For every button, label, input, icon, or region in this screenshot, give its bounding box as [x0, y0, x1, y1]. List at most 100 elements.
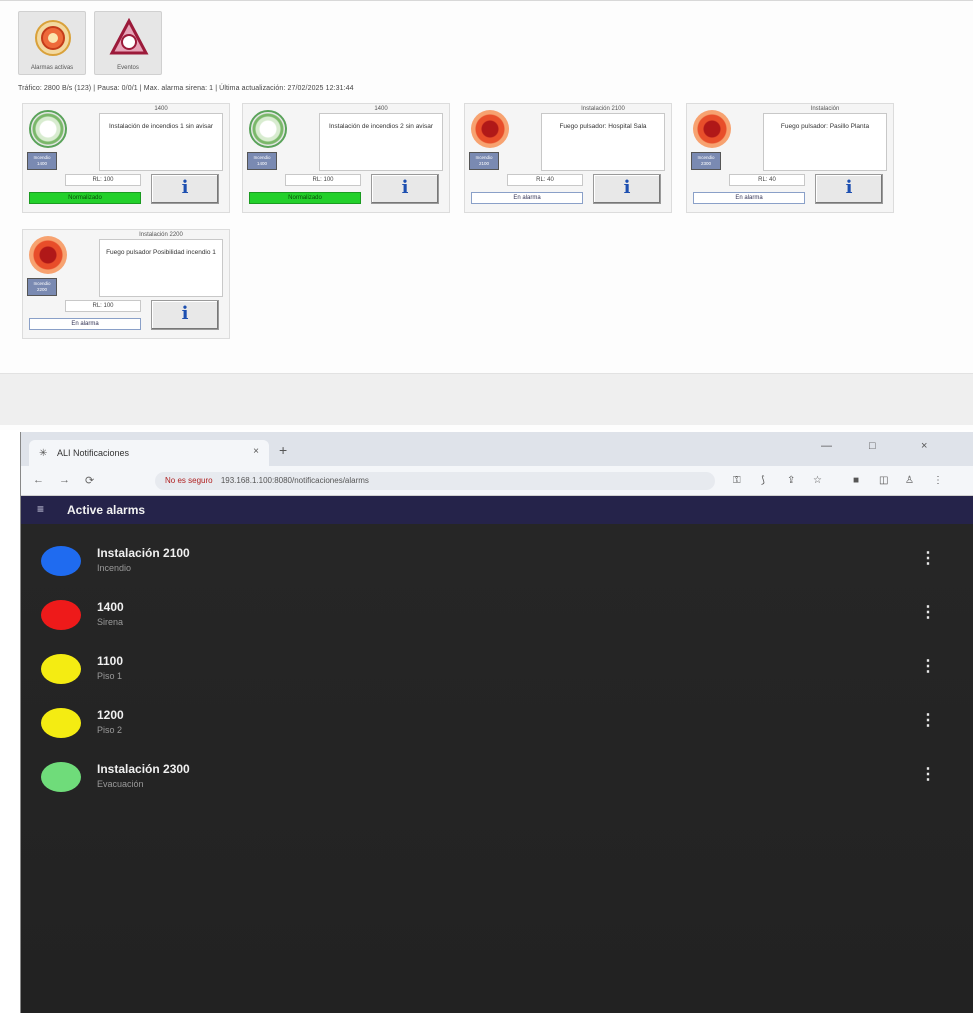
card-title: Instalación 2100: [581, 106, 625, 112]
card-description: Fuego pulsador: Pasillo Planta: [763, 113, 887, 171]
favicon-icon: ✳: [39, 448, 48, 459]
minimize-button[interactable]: —: [821, 440, 832, 452]
card-state: En alarma: [29, 318, 141, 330]
alarm-color-dot: [41, 654, 81, 684]
card-state: En alarma: [693, 192, 805, 204]
card-tag: Incendio 1400: [247, 152, 277, 170]
star-icon[interactable]: ☆: [813, 475, 822, 486]
card-description: Fuego pulsador Posibilidad incendio 1: [99, 239, 223, 297]
more-options-icon[interactable]: ⋮: [920, 656, 936, 676]
info-button[interactable]: i: [151, 300, 219, 330]
card-title: Instalación: [810, 106, 840, 112]
extensions-icon[interactable]: ■: [853, 475, 859, 486]
card-tag: Incendio 2300: [691, 152, 721, 170]
alarm-subtitle: Evacuación: [97, 779, 144, 789]
installation-card[interactable]: Instalación 2200 Fuego pulsador Posibili…: [22, 229, 230, 339]
fire-alarm-icon: [693, 110, 731, 148]
alarm-title: 1200: [97, 708, 124, 722]
alarm-subtitle: Sirena: [97, 617, 124, 627]
list-item[interactable]: Instalación 2300 Evacuación ⋮: [21, 750, 973, 800]
forward-button[interactable]: →: [59, 474, 70, 486]
card-description: Instalación de incendios 1 sin avisar: [99, 113, 223, 171]
card-value: RL: 100: [65, 300, 141, 312]
active-alarms-label: Alarmas activas: [30, 65, 74, 71]
card-title: 1400: [154, 106, 168, 112]
info-button[interactable]: i: [371, 174, 439, 204]
alarm-subtitle: Piso 2: [97, 725, 123, 735]
more-options-icon[interactable]: ⋮: [920, 710, 936, 730]
browser-menu-icon[interactable]: ⋮: [933, 475, 943, 486]
installation-card[interactable]: 1400 Instalación de incendios 1 sin avis…: [22, 103, 230, 213]
alarm-color-dot: [41, 708, 81, 738]
alarm-title: 1100: [97, 654, 124, 668]
card-value: RL: 40: [507, 174, 583, 186]
menu-icon[interactable]: ≡: [37, 502, 44, 516]
list-item[interactable]: 1100 Piso 1 ⋮: [21, 642, 973, 692]
card-state: Normalizado: [29, 192, 141, 204]
url-field[interactable]: No es seguro 193.168.1.100:8080/notifica…: [155, 472, 715, 490]
insecure-warning[interactable]: No es seguro: [165, 476, 213, 485]
desktop-panel: Alarmas activas Eventos Tráfico: 2800 B/…: [0, 0, 973, 430]
alarm-subtitle: Piso 1: [97, 671, 123, 681]
browser-window: ✳ ALI Notificaciones × + — □ × ← → ⟳ No …: [20, 432, 973, 1013]
address-bar: ← → ⟳ No es seguro 193.168.1.100:8080/no…: [21, 466, 973, 496]
card-value: RL: 40: [729, 174, 805, 186]
maximize-button[interactable]: □: [869, 440, 876, 452]
close-window-button[interactable]: ×: [921, 440, 927, 452]
share-icon[interactable]: ⇪: [787, 475, 795, 486]
fire-alarm-icon: [29, 236, 67, 274]
profile-icon[interactable]: ♙: [905, 475, 914, 486]
more-options-icon[interactable]: ⋮: [920, 602, 936, 622]
card-title: 1400: [374, 106, 388, 112]
app-bar: ≡ Active alarms: [21, 496, 973, 524]
card-description: Fuego pulsador: Hospital Sala: [541, 113, 665, 171]
events-label: Eventos: [117, 65, 139, 71]
events-toolbar-button[interactable]: Eventos: [94, 11, 162, 75]
card-value: RL: 100: [285, 174, 361, 186]
card-description: Instalación de incendios 2 sin avisar: [319, 113, 443, 171]
installation-card[interactable]: 1400 Instalación de incendios 2 sin avis…: [242, 103, 450, 213]
alarm-list: Instalación 2100 Incendio ⋮ 1400 Sirena …: [21, 524, 973, 1013]
back-button[interactable]: ←: [33, 474, 44, 486]
fire-alarm-icon: [471, 110, 509, 148]
alarm-color-dot: [41, 546, 81, 576]
card-title: Instalación 2200: [139, 232, 183, 238]
alarm-title: Instalación 2300: [97, 762, 190, 776]
panel-footer: [0, 373, 973, 425]
card-value: RL: 100: [65, 174, 141, 186]
triangle-warning-icon: [109, 18, 149, 55]
list-item[interactable]: 1400 Sirena ⋮: [21, 588, 973, 638]
card-state: En alarma: [471, 192, 583, 204]
status-line: Tráfico: 2800 B/s (123) | Pausa: 0/0/1 |…: [18, 85, 354, 92]
normal-status-icon: [29, 110, 67, 148]
alarm-subtitle: Incendio: [97, 563, 132, 573]
info-button[interactable]: i: [151, 174, 219, 204]
list-item[interactable]: 1200 Piso 2 ⋮: [21, 696, 973, 746]
card-tag: Incendio 1400: [27, 152, 57, 170]
new-tab-button[interactable]: +: [279, 442, 287, 458]
browser-tab[interactable]: ✳ ALI Notificaciones ×: [29, 440, 269, 466]
reload-button[interactable]: ⟳: [85, 474, 94, 487]
card-tag: Incendio 2100: [469, 152, 499, 170]
installation-card[interactable]: Instalación Fuego pulsador: Pasillo Plan…: [686, 103, 894, 213]
alarm-title: Instalación 2100: [97, 546, 190, 560]
alarm-color-dot: [41, 762, 81, 792]
tab-title: ALI Notificaciones: [57, 448, 130, 458]
active-alarms-toolbar-button[interactable]: Alarmas activas: [18, 11, 86, 75]
alarm-color-dot: [41, 600, 81, 630]
more-options-icon[interactable]: ⋮: [920, 764, 936, 784]
card-state: Normalizado: [249, 192, 361, 204]
alarm-title: 1400: [97, 600, 124, 614]
tab-close-icon[interactable]: ×: [253, 446, 259, 457]
page-title: Active alarms: [67, 503, 146, 517]
key-icon[interactable]: ⚿: [733, 475, 741, 486]
list-item[interactable]: Instalación 2100 Incendio ⋮: [21, 534, 973, 584]
card-tag: Incendio 2200: [27, 278, 57, 296]
tab-strip: ✳ ALI Notificaciones × + — □ ×: [21, 432, 973, 466]
info-button[interactable]: i: [593, 174, 661, 204]
more-options-icon[interactable]: ⋮: [920, 548, 936, 568]
translate-icon[interactable]: ⟆: [761, 475, 765, 486]
installation-card[interactable]: Instalación 2100 Fuego pulsador: Hospita…: [464, 103, 672, 213]
sidebar-icon[interactable]: ◫: [879, 475, 888, 486]
info-button[interactable]: i: [815, 174, 883, 204]
